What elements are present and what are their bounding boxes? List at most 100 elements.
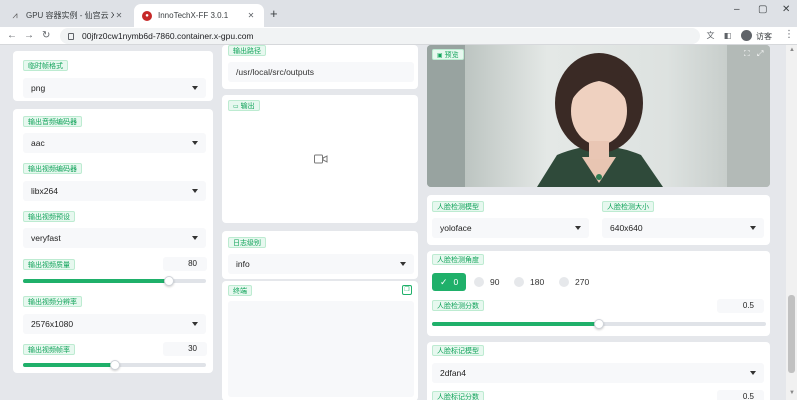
close-icon[interactable]: ✕ <box>114 11 124 20</box>
field-label: 人脸标记模型 <box>432 345 484 356</box>
lock-icon <box>68 32 74 40</box>
angle-option-90[interactable]: 90 <box>474 273 499 291</box>
output-path-card: 输出路径 /usr/local/src/outputs <box>222 45 418 89</box>
field-label: 输出视频帧率 <box>23 344 75 355</box>
browser-tab-bar: ⩘ GPU 容器实例 - 仙宫云 Xiangong ✕ ● InnoTechX-… <box>0 0 797 27</box>
page-scrollbar[interactable]: ▲ ▼ <box>786 45 797 400</box>
face-detector-score-input[interactable]: 0.5 <box>717 299 764 313</box>
output-video-preset-select[interactable]: veryfast <box>23 228 206 248</box>
face-landmarker-score-input[interactable]: 0.5 <box>717 390 764 400</box>
chevron-down-icon <box>192 141 198 145</box>
face-detector-score-slider[interactable] <box>432 319 766 329</box>
output-video-card: ▭ 输出 <box>222 95 418 223</box>
expand-icon[interactable]: ⤢ <box>757 49 763 59</box>
scroll-down-icon[interactable]: ▼ <box>789 390 795 396</box>
video-icon: ▭ <box>233 104 239 110</box>
field-label: 终端 <box>228 285 252 296</box>
scrollbar-thumb[interactable] <box>788 295 795 373</box>
window-close-icon[interactable]: ✕ <box>782 4 790 15</box>
face-detector-angles-card: 人脸检测角度 ✓ 0 90 180 270 人脸检测分数 0.5 <box>427 251 770 336</box>
output-path-input[interactable]: /usr/local/src/outputs <box>228 62 414 82</box>
tab-gpu-instance[interactable]: ⩘ GPU 容器实例 - 仙宫云 Xiangong ✕ <box>2 4 132 27</box>
radio-dot <box>474 277 484 287</box>
new-tab-icon[interactable]: + <box>270 6 278 21</box>
option-label: 270 <box>575 277 590 287</box>
radio-dot <box>514 277 524 287</box>
log-level-select[interactable]: info <box>228 254 414 274</box>
preview-label: 预览 <box>444 52 459 59</box>
copy-icon[interactable]: ❐ <box>402 285 412 295</box>
select-value: veryfast <box>31 233 61 243</box>
minimize-icon[interactable]: ‒ <box>734 4 740 15</box>
option-label: 180 <box>530 277 545 287</box>
graph-icon: ⩘ <box>12 10 18 20</box>
face-detector-size-select[interactable]: 640x640 <box>602 218 764 238</box>
maximize-icon[interactable]: ▢ <box>758 4 767 15</box>
address-bar: ← → ↻ 00jfrz0cw1nymb6d-7860.container.x-… <box>0 27 797 45</box>
output-audio-encoder-select[interactable]: aac <box>23 133 206 153</box>
guest-label[interactable]: 访客 <box>756 31 772 42</box>
chevron-down-icon <box>750 226 756 230</box>
output-video-quality-slider[interactable] <box>23 276 206 286</box>
radio-dot <box>559 277 569 287</box>
slider-fill <box>23 363 115 367</box>
angle-option-270[interactable]: 270 <box>559 273 589 291</box>
slider-thumb[interactable] <box>164 276 175 286</box>
app-page: 临时帧格式 png 输出音频编码器 aac 输出视频编码器 libx264 输出… <box>0 45 797 400</box>
side-panel-icon[interactable]: ◧ <box>722 30 733 41</box>
field-label: ▣ 预览 <box>432 49 464 60</box>
slider-thumb[interactable] <box>594 319 604 329</box>
url-text: 00jfrz0cw1nymb6d-7860.container.x-gpu.co… <box>82 31 254 41</box>
output-settings-card: 输出音频编码器 aac 输出视频编码器 libx264 输出视频预设 veryf… <box>13 109 213 373</box>
field-label: 人脸检测模型 <box>432 201 484 212</box>
scroll-up-icon[interactable]: ▲ <box>789 47 795 53</box>
reload-icon[interactable]: ↻ <box>42 27 50 45</box>
field-label: 输出视频分辨率 <box>23 296 82 307</box>
tab-title: GPU 容器实例 - 仙宫云 Xiangong <box>26 11 114 20</box>
temp-frame-format-card: 临时帧格式 png <box>13 51 213 101</box>
angle-option-180[interactable]: 180 <box>514 273 544 291</box>
field-label: 输出视频编码器 <box>23 163 82 174</box>
temp-frame-format-select[interactable]: png <box>23 78 206 98</box>
output-video-fps-input[interactable]: 30 <box>163 342 207 356</box>
menu-icon[interactable]: ⋮ <box>784 29 794 40</box>
chevron-down-icon <box>192 86 198 90</box>
back-icon[interactable]: ← <box>7 27 17 45</box>
chevron-down-icon <box>192 322 198 326</box>
face-detector-card: 人脸检测模型 yoloface 人脸检测大小 640x640 <box>427 195 770 245</box>
face-detector-model-select[interactable]: yoloface <box>432 218 589 238</box>
chevron-down-icon <box>575 226 581 230</box>
select-value: 2dfan4 <box>440 368 466 378</box>
chevron-down-icon <box>192 236 198 240</box>
slider-fill <box>23 279 170 283</box>
chevron-down-icon <box>192 189 198 193</box>
log-level-card: 日志级别 info <box>222 231 418 279</box>
field-label: 人脸检测分数 <box>432 300 484 311</box>
tab-innotechx[interactable]: ● InnoTechX-FF 3.0.1 ✕ <box>134 4 264 27</box>
field-label: ▭ 输出 <box>228 100 260 111</box>
output-video-resolution-select[interactable]: 2576x1080 <box>23 314 206 334</box>
preview-image: ▣ 预览 ⛶ ⤢ <box>427 45 770 187</box>
output-video-quality-input[interactable]: 80 <box>163 257 207 271</box>
output-video-fps-slider[interactable] <box>23 360 206 370</box>
angle-option-0[interactable]: ✓ 0 <box>432 273 467 291</box>
output-video-encoder-select[interactable]: libx264 <box>23 181 206 201</box>
select-value: libx264 <box>31 186 58 196</box>
select-value: 640x640 <box>610 223 643 233</box>
forward-icon[interactable]: → <box>24 27 34 45</box>
translate-icon[interactable]: 文 <box>705 30 716 41</box>
video-camera-icon <box>314 154 328 164</box>
select-value: 2576x1080 <box>31 319 74 329</box>
field-label: 输出视频预设 <box>23 211 75 222</box>
app-logo-icon: ● <box>142 10 152 21</box>
fullscreen-icon[interactable]: ⛶ <box>744 49 750 59</box>
url-field[interactable]: 00jfrz0cw1nymb6d-7860.container.x-gpu.co… <box>60 28 700 44</box>
close-icon[interactable]: ✕ <box>246 11 256 20</box>
face-landmarker-model-select[interactable]: 2dfan4 <box>432 363 764 383</box>
slider-thumb[interactable] <box>109 360 120 370</box>
field-label: 输出音频编码器 <box>23 116 82 127</box>
terminal-card: 终端 ❐ <box>222 281 418 400</box>
terminal-output[interactable] <box>228 301 414 397</box>
select-value: info <box>236 259 250 269</box>
avatar[interactable] <box>741 30 752 41</box>
